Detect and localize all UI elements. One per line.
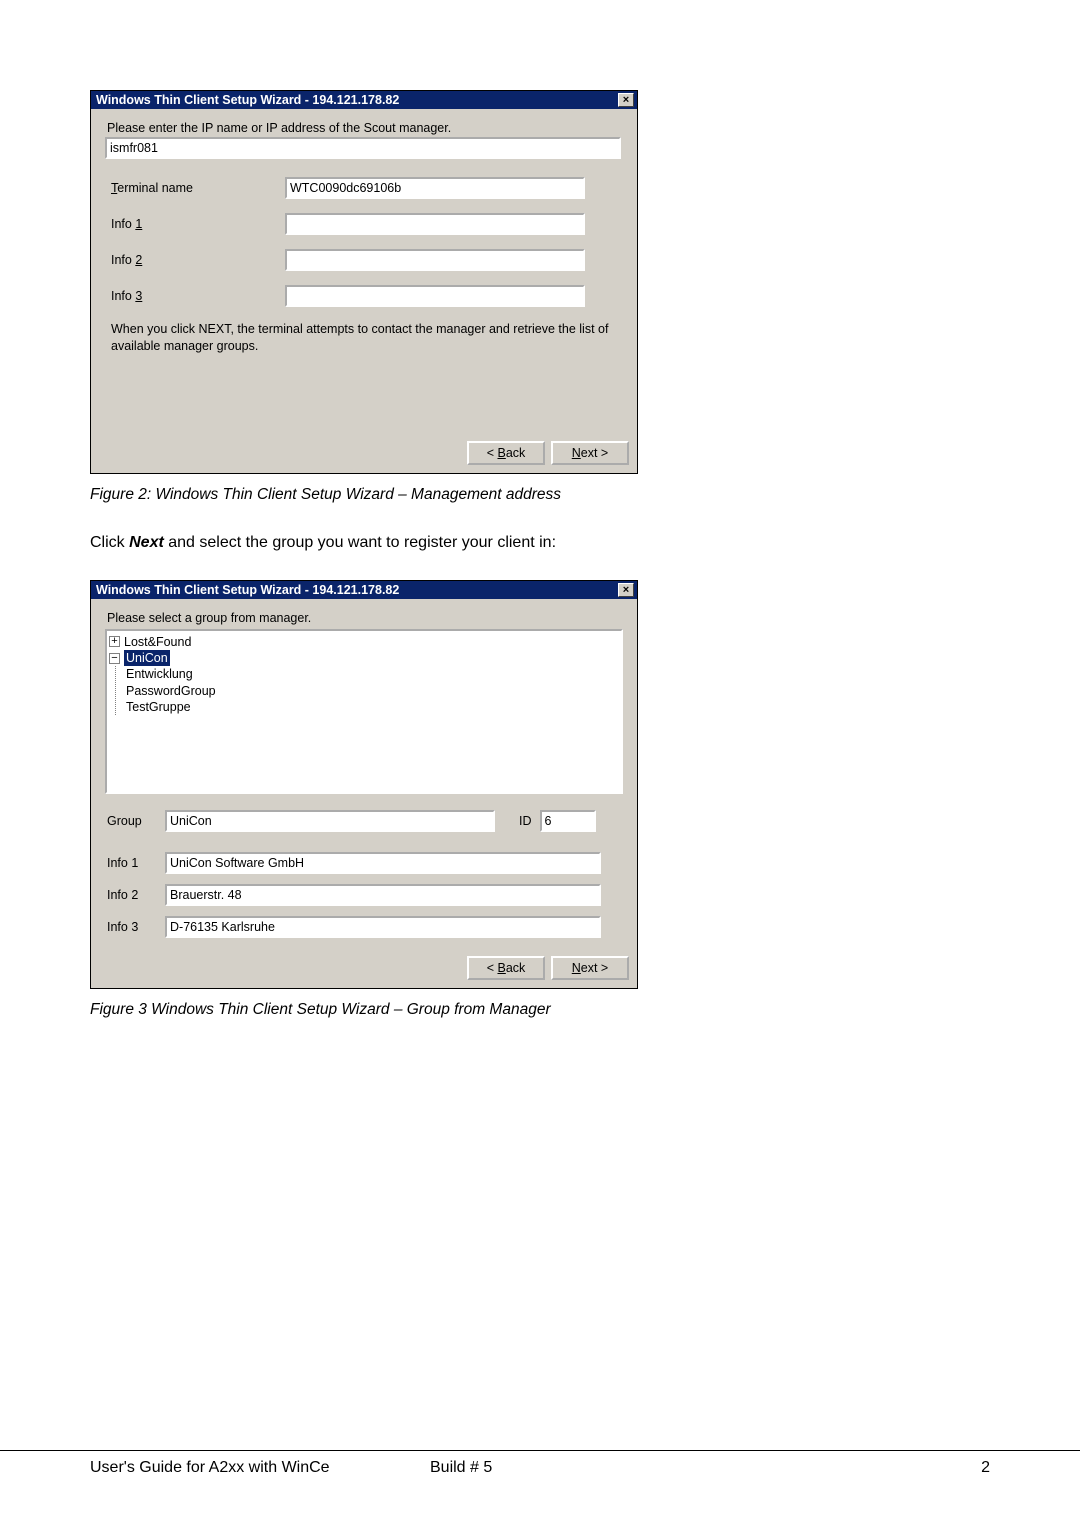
footer-page-number: 2 [981, 1459, 990, 1477]
info2-label: Info 2 [105, 888, 165, 902]
note-text: When you click NEXT, the terminal attemp… [105, 321, 623, 355]
plus-icon[interactable]: + [109, 636, 120, 647]
wizard-dialog-group: Windows Thin Client Setup Wizard - 194.1… [90, 580, 638, 989]
info2-label: Info 2 [105, 253, 285, 267]
scout-manager-input[interactable] [105, 137, 621, 159]
info2-input[interactable] [165, 884, 601, 906]
info1-label: Info 1 [105, 856, 165, 870]
group-tree[interactable]: + Lost&Found − UniCon Entwicklung Passwo… [105, 629, 623, 794]
prompt-text: Please select a group from manager. [105, 611, 623, 625]
info2-input[interactable] [285, 249, 585, 271]
footer-mid: Build # 5 [430, 1459, 981, 1477]
info1-input[interactable] [285, 213, 585, 235]
instruction-text: Click Next and select the group you want… [90, 534, 990, 552]
tree-item-passwordgroup[interactable]: PasswordGroup [126, 683, 619, 699]
footer-left: User's Guide for A2xx with WinCe [90, 1459, 430, 1477]
dialog-title: Windows Thin Client Setup Wizard - 194.1… [96, 583, 618, 597]
tree-item-testgruppe[interactable]: TestGruppe [126, 699, 619, 715]
button-row: < Back Next > [91, 950, 637, 988]
figure3-caption: Figure 3 Windows Thin Client Setup Wizar… [90, 1001, 990, 1019]
titlebar: Windows Thin Client Setup Wizard - 194.1… [91, 581, 637, 599]
next-button[interactable]: Next > [551, 441, 629, 465]
id-label: ID [519, 814, 532, 828]
info3-input[interactable] [165, 916, 601, 938]
info3-label: Info 3 [105, 920, 165, 934]
titlebar: Windows Thin Client Setup Wizard - 194.1… [91, 91, 637, 109]
close-icon[interactable]: × [618, 583, 634, 597]
button-row: < Back Next > [91, 435, 637, 473]
close-icon[interactable]: × [618, 93, 634, 107]
next-button[interactable]: Next > [551, 956, 629, 980]
info1-label: Info 1 [105, 217, 285, 231]
prompt-text: Please enter the IP name or IP address o… [105, 121, 623, 135]
figure2-caption: Figure 2: Windows Thin Client Setup Wiza… [90, 486, 990, 504]
terminal-name-label: Terminal name [105, 181, 285, 195]
terminal-name-input[interactable] [285, 177, 585, 199]
wizard-dialog-management: Windows Thin Client Setup Wizard - 194.1… [90, 90, 638, 474]
back-button[interactable]: < Back [467, 441, 545, 465]
page-footer: User's Guide for A2xx with WinCe Build #… [0, 1450, 1080, 1477]
id-input[interactable] [540, 810, 596, 832]
group-input[interactable] [165, 810, 495, 832]
dialog-body: Please select a group from manager. + Lo… [91, 599, 637, 950]
tree-item-lostfound[interactable]: + Lost&Found [109, 634, 619, 650]
info3-label: Info 3 [105, 289, 285, 303]
minus-icon[interactable]: − [109, 653, 120, 664]
tree-item-entwicklung[interactable]: Entwicklung [126, 666, 619, 682]
back-button[interactable]: < Back [467, 956, 545, 980]
info1-input[interactable] [165, 852, 601, 874]
info3-input[interactable] [285, 285, 585, 307]
group-label: Group [105, 814, 165, 828]
tree-item-unicon[interactable]: − UniCon [109, 650, 619, 666]
dialog-title: Windows Thin Client Setup Wizard - 194.1… [96, 93, 618, 107]
dialog-body: Please enter the IP name or IP address o… [91, 109, 637, 435]
